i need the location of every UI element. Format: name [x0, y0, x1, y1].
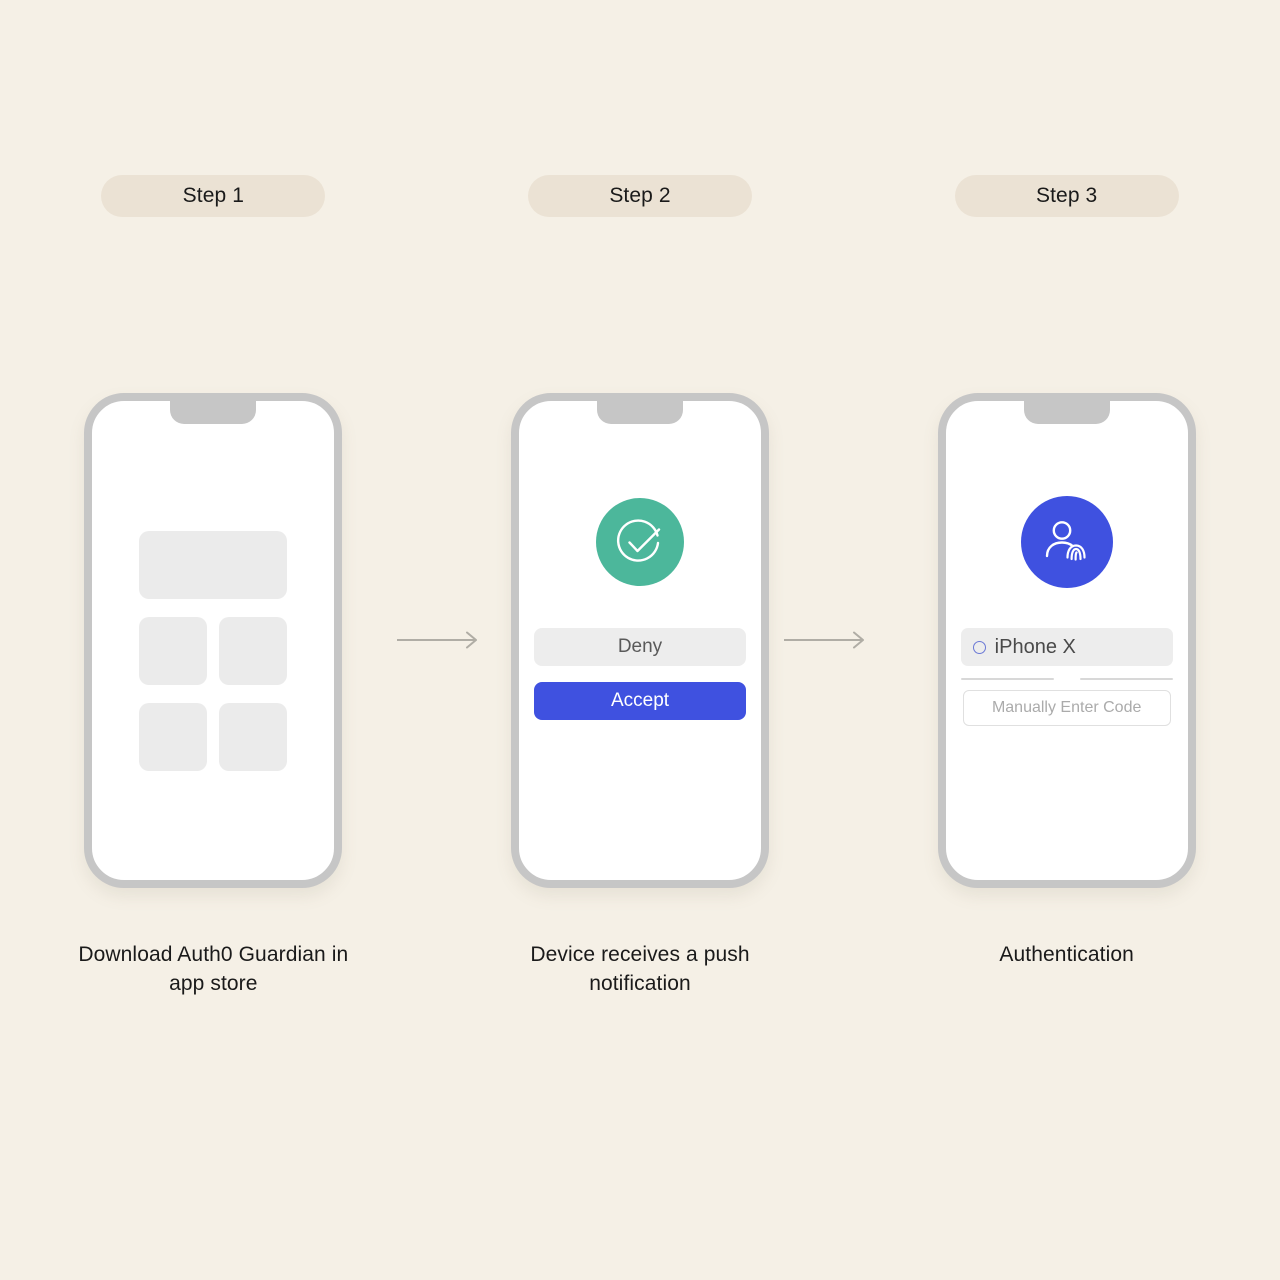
accept-button[interactable]: Accept [534, 682, 746, 720]
step-pill-3: Step 3 [954, 175, 1179, 217]
phone-mockup-step1 [84, 393, 343, 888]
deny-button-label: Deny [617, 636, 663, 657]
phone-col-3: iPhone X Manually Enter Code [853, 393, 1280, 888]
push-notification-content: Deny Accept [534, 498, 746, 720]
step-pill-col-2: Step 2 [427, 175, 854, 217]
phone-col-1 [0, 393, 427, 888]
divider-group [960, 678, 1173, 680]
phone-mockup-step2: Deny Accept [511, 393, 769, 888]
caption-col-1: Download Auth0 Guardian in app store [0, 940, 427, 998]
deny-button[interactable]: Deny [534, 628, 746, 666]
step-pill-1-label: Step 1 [182, 184, 244, 207]
divider-right [1079, 678, 1173, 680]
caption-step3: Authentication [999, 943, 1134, 966]
step-pill-3-label: Step 3 [1036, 184, 1098, 207]
caption-col-2: Device receives a push notification [427, 940, 854, 998]
step-pills-row: Step 1 Step 2 Step 3 [0, 175, 1280, 217]
device-radio-option[interactable]: iPhone X [960, 628, 1173, 666]
captions-row: Download Auth0 Guardian in app store Dev… [0, 940, 1280, 998]
divider-left [960, 678, 1054, 680]
authentication-content: iPhone X Manually Enter Code [960, 496, 1173, 726]
caption-step2: Device receives a push notification [530, 943, 750, 995]
step-pill-col-1: Step 1 [0, 175, 427, 217]
infographic-canvas: Step 1 Step 2 Step 3 Deny Accept iPhone … [0, 0, 1280, 1280]
phone-notch-2 [597, 401, 683, 424]
person-fingerprint-icon [1020, 496, 1113, 588]
phone-screen-step2: Deny Accept [519, 401, 761, 880]
caption-col-3: Authentication [853, 940, 1280, 998]
placeholder-tile [219, 703, 288, 771]
step-pill-2: Step 2 [528, 175, 752, 217]
app-store-grid [139, 531, 288, 771]
placeholder-tile [139, 703, 208, 771]
phone-notch-1 [170, 401, 257, 424]
manual-code-placeholder: Manually Enter Code [991, 699, 1142, 716]
step-pill-2-label: Step 2 [609, 184, 671, 207]
placeholder-row-1 [139, 617, 288, 685]
phone-mockup-step3: iPhone X Manually Enter Code [937, 393, 1196, 888]
phone-screen-step1 [92, 401, 334, 880]
placeholder-row-2 [139, 703, 288, 771]
placeholder-tile [219, 617, 288, 685]
phone-screen-step3: iPhone X Manually Enter Code [946, 401, 1188, 880]
placeholder-banner [139, 531, 288, 599]
radio-button-icon[interactable] [972, 640, 986, 654]
accept-button-label: Accept [610, 690, 670, 711]
check-circle-icon [596, 498, 684, 586]
caption-step1: Download Auth0 Guardian in app store [78, 943, 349, 995]
step-pill-1: Step 1 [101, 175, 326, 217]
step-pill-col-3: Step 3 [853, 175, 1280, 217]
manual-code-input[interactable]: Manually Enter Code [962, 690, 1171, 726]
phone-notch-3 [1023, 401, 1110, 424]
device-option-label: iPhone X [994, 635, 1076, 658]
placeholder-tile [139, 617, 208, 685]
arrow-step1-to-step2-icon [395, 628, 485, 652]
arrow-step2-to-step3-icon [782, 628, 872, 652]
phones-row: Deny Accept iPhone X Manually Enter Code [0, 393, 1280, 888]
